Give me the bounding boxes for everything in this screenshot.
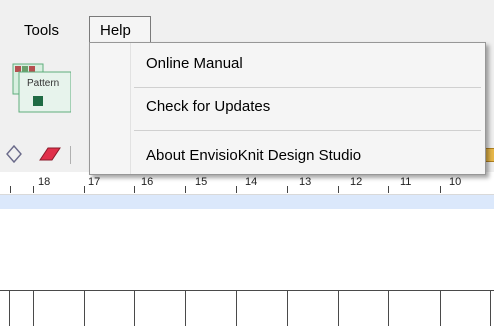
grid-line: [185, 290, 186, 326]
grid-line: [388, 290, 389, 326]
menu-item-about[interactable]: About EnvisioKnit Design Studio: [146, 145, 361, 167]
grid-line: [338, 290, 339, 326]
grid-line: [236, 290, 237, 326]
ruler-number: 16: [141, 176, 154, 188]
ruler-tick: [134, 186, 135, 193]
help-dropdown-menu: Online Manual Check for Updates About En…: [89, 42, 486, 175]
grid-line: [0, 290, 494, 291]
toolbar-separator: [70, 146, 71, 164]
lasso-icon[interactable]: [6, 144, 22, 164]
grid-line: [287, 290, 288, 326]
ruler-tick: [33, 186, 34, 193]
ruler-number: 12: [350, 176, 363, 188]
ruler-tick: [185, 186, 186, 193]
ruler-tick: [10, 186, 11, 193]
ruler-number: 11: [400, 176, 412, 188]
eraser-icon[interactable]: [36, 144, 62, 164]
menu-item-online-manual[interactable]: Online Manual: [146, 53, 243, 75]
ruler-tick: [287, 186, 288, 193]
menu-icon-gutter: [130, 43, 131, 174]
menu-help[interactable]: Help: [89, 16, 151, 43]
grid-line: [134, 290, 135, 326]
ruler-tick: [236, 186, 237, 193]
ruler-number: 15: [195, 176, 208, 188]
ruler-number: 10: [449, 176, 462, 188]
grid-line: [490, 290, 491, 326]
ruler-tick: [84, 186, 85, 193]
ruler-tick: [440, 186, 441, 193]
ruler-tick: [388, 186, 389, 193]
ruler-number: 18: [38, 176, 51, 188]
pattern-icon[interactable]: Pattern: [11, 58, 71, 118]
menu-tools[interactable]: Tools: [18, 20, 65, 42]
grid-line: [440, 290, 441, 326]
ruler-number: 14: [245, 176, 258, 188]
menu-item-check-for-updates[interactable]: Check for Updates: [146, 96, 270, 118]
column-ruler: 18 17 16 15 14 13 12 11 10: [0, 172, 494, 195]
ruler-number: 17: [88, 176, 101, 188]
grid-line: [84, 290, 85, 326]
menu-bar: Tools Help: [0, 0, 494, 43]
grid-line: [9, 290, 10, 326]
grid-line: [33, 290, 34, 326]
pattern-icon-label: Pattern: [27, 78, 59, 89]
ruler-number: 13: [299, 176, 312, 188]
menu-separator: [134, 87, 481, 88]
menu-separator: [134, 130, 481, 131]
design-canvas[interactable]: [0, 209, 494, 326]
ruler-tick: [338, 186, 339, 193]
selected-row-band: [0, 195, 494, 209]
